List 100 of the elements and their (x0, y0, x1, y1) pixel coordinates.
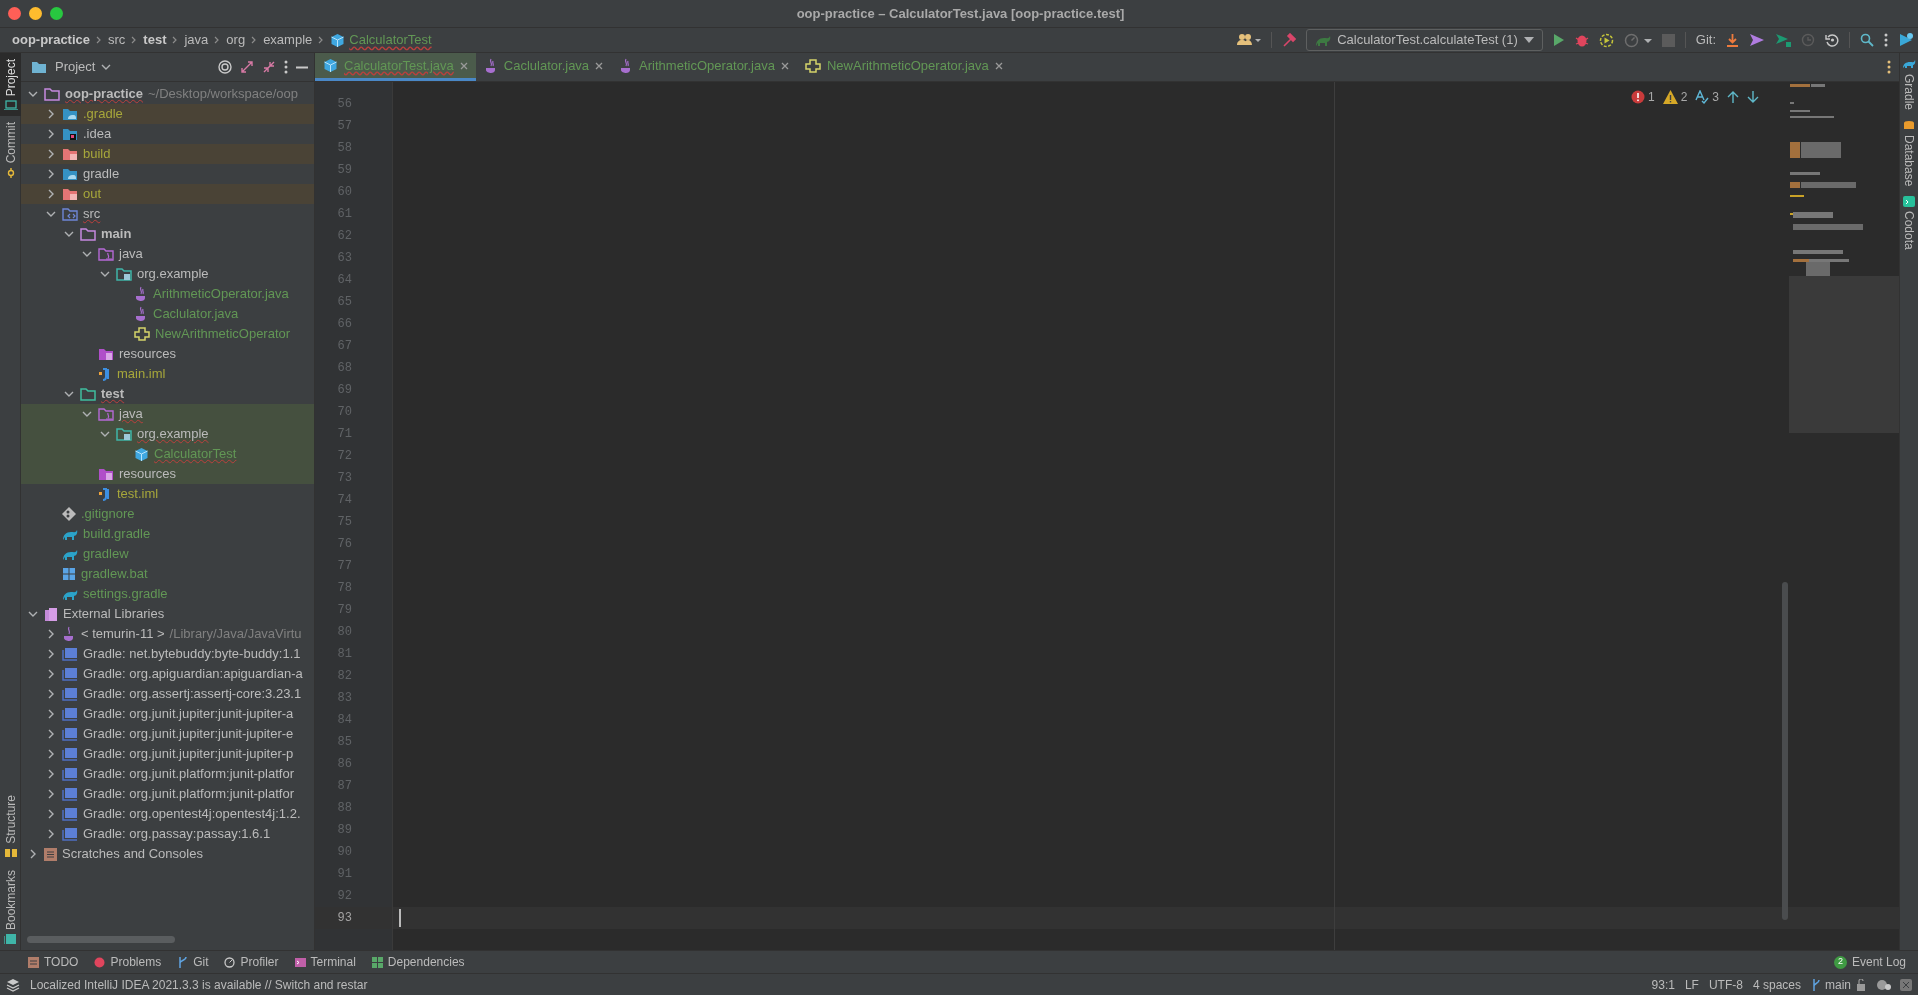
close-icon[interactable] (780, 61, 789, 70)
tree-item[interactable]: settings.gradle (21, 584, 314, 604)
encoding-button[interactable]: UTF-8 (1703, 975, 1748, 994)
tree-item[interactable]: .idea (21, 124, 314, 144)
breadcrumb[interactable]: src (108, 30, 126, 50)
close-window-button[interactable] (8, 7, 21, 20)
tree-item[interactable]: out (21, 184, 314, 204)
tree-item[interactable]: Scratches and Consoles (21, 844, 314, 864)
editor-tab[interactable]: NewArithmeticOperator.java (796, 53, 1011, 81)
chevron-right-icon[interactable] (46, 729, 56, 739)
tool-window-tab[interactable]: Database (1902, 120, 1916, 187)
chevron-right-icon[interactable] (46, 649, 56, 659)
inspector-icon[interactable] (1876, 978, 1892, 991)
chevron-right-icon[interactable] (46, 769, 56, 779)
chevron-right-icon[interactable] (46, 809, 56, 819)
tree-item[interactable]: External Libraries (21, 604, 314, 624)
tree-item[interactable]: resources (21, 464, 314, 484)
tree-item[interactable]: Gradle: org.apiguardian:apiguardian-a (21, 664, 314, 684)
coverage-icon[interactable] (1598, 32, 1614, 48)
chevron-right-icon[interactable] (46, 689, 56, 699)
breadcrumb[interactable]: oop-practice (12, 30, 90, 50)
push-icon[interactable] (1775, 33, 1791, 47)
run-icon[interactable] (1552, 33, 1565, 47)
tree-item[interactable]: .gradle (21, 104, 314, 124)
chevron-right-icon[interactable] (46, 789, 56, 799)
error-count[interactable]: 1 (1647, 88, 1655, 106)
chevron-right-icon[interactable] (46, 149, 56, 159)
tool-window-button[interactable]: TODO (28, 953, 79, 971)
warning-count[interactable]: 2 (1680, 88, 1688, 106)
tree-item[interactable]: org.example (21, 424, 314, 444)
target-icon[interactable] (218, 60, 232, 74)
tool-window-tab[interactable]: Structure (0, 789, 21, 864)
people-icon[interactable] (1237, 33, 1262, 47)
arrow-down-icon[interactable] (1747, 91, 1759, 103)
tree-item[interactable]: < temurin-11 > /Library/Java/JavaVirtu (21, 624, 314, 644)
tree-item[interactable]: Gradle: org.junit.platform:junit-platfor (21, 784, 314, 804)
typo-count[interactable]: 3 (1712, 88, 1719, 106)
tree-item[interactable]: build (21, 144, 314, 164)
tree-item[interactable]: Gradle: org.assertj:assertj-core:3.23.1 (21, 684, 314, 704)
editor-tab[interactable]: Caclulator.java (475, 53, 612, 81)
rollback-icon[interactable] (1825, 33, 1839, 47)
tool-window-button[interactable]: Terminal (294, 953, 356, 971)
chevron-right-icon[interactable] (46, 129, 56, 139)
chevron-down-icon[interactable] (28, 609, 38, 619)
breadcrumb[interactable]: CalculatorTest (349, 30, 432, 50)
tool-window-button[interactable]: Git (177, 953, 209, 971)
hide-icon[interactable] (296, 65, 308, 69)
tool-window-button[interactable]: Problems (94, 953, 162, 971)
tree-item[interactable]: resources (21, 344, 314, 364)
git-branch-button[interactable]: main (1806, 975, 1856, 994)
editor-tab[interactable]: ArithmeticOperator.java (611, 53, 797, 81)
lock-icon[interactable] (1856, 978, 1868, 991)
tool-window-tab[interactable]: Gradle (1902, 59, 1916, 111)
tree-item[interactable]: java (21, 404, 314, 424)
more-icon[interactable] (1887, 60, 1891, 74)
warning-marker[interactable] (1790, 195, 1804, 197)
maximize-window-button[interactable] (50, 7, 63, 20)
chevron-down-icon[interactable] (82, 249, 92, 259)
chevron-down-icon[interactable] (100, 429, 110, 439)
chevron-right-icon[interactable] (46, 669, 56, 679)
breadcrumb[interactable]: org (226, 30, 246, 50)
close-icon[interactable] (459, 61, 468, 70)
chevron-down-icon[interactable] (100, 269, 110, 279)
close-icon[interactable] (595, 61, 604, 70)
tool-window-tab[interactable]: Codota (1902, 196, 1916, 251)
chevron-down-icon[interactable] (64, 229, 74, 239)
tree-item[interactable]: main.iml (21, 364, 314, 384)
tree-item[interactable]: test.iml (21, 484, 314, 504)
chevron-right-icon[interactable] (46, 629, 56, 639)
tree-item[interactable]: Gradle: org.junit.jupiter:junit-jupiter-e (21, 724, 314, 744)
tree-item[interactable]: Gradle: net.bytebuddy:byte-buddy:1.1 (21, 644, 314, 664)
tree-item[interactable]: Gradle: org.junit.jupiter:junit-jupiter-p (21, 744, 314, 764)
tree-item[interactable]: test (21, 384, 314, 404)
line-separator-button[interactable]: LF (1679, 975, 1704, 994)
send-icon[interactable] (1749, 33, 1765, 47)
tree-item[interactable]: Gradle: org.opentest4j:opentest4j:1.2. (21, 804, 314, 824)
tree-item[interactable]: NewArithmeticOperator (21, 324, 314, 344)
tree-item[interactable]: Gradle: org.passay:passay:1.6.1 (21, 824, 314, 844)
tree-item[interactable]: gradlew (21, 544, 314, 564)
chevron-down-icon[interactable] (64, 389, 74, 399)
tree-item[interactable]: oop-practice ~/Desktop/workspace/oop (21, 84, 314, 104)
arrow-up-icon[interactable] (1727, 91, 1739, 103)
tool-window-tab[interactable]: Commit (0, 116, 21, 184)
tree-item[interactable]: src (21, 204, 314, 224)
tree-item[interactable]: gradle (21, 164, 314, 184)
layers-icon[interactable] (6, 977, 20, 992)
chevron-right-icon[interactable] (46, 189, 56, 199)
indent-button[interactable]: 4 spaces (1747, 975, 1806, 994)
tree-item[interactable]: Gradle: org.junit.jupiter:junit-jupiter-a (21, 704, 314, 724)
expand-all-icon[interactable] (240, 60, 254, 74)
chevron-right-icon[interactable] (46, 169, 56, 179)
vertical-scrollbar[interactable] (1782, 582, 1788, 920)
tree-item[interactable]: java (21, 244, 314, 264)
download-icon[interactable] (1726, 33, 1739, 47)
tree-item[interactable]: .gitignore (21, 504, 314, 524)
breadcrumb[interactable]: example (263, 30, 313, 50)
chevron-right-icon[interactable] (28, 849, 38, 859)
breadcrumb[interactable]: test (143, 30, 167, 50)
plugin-icon[interactable] (1898, 32, 1914, 48)
tree-item[interactable]: org.example (21, 264, 314, 284)
